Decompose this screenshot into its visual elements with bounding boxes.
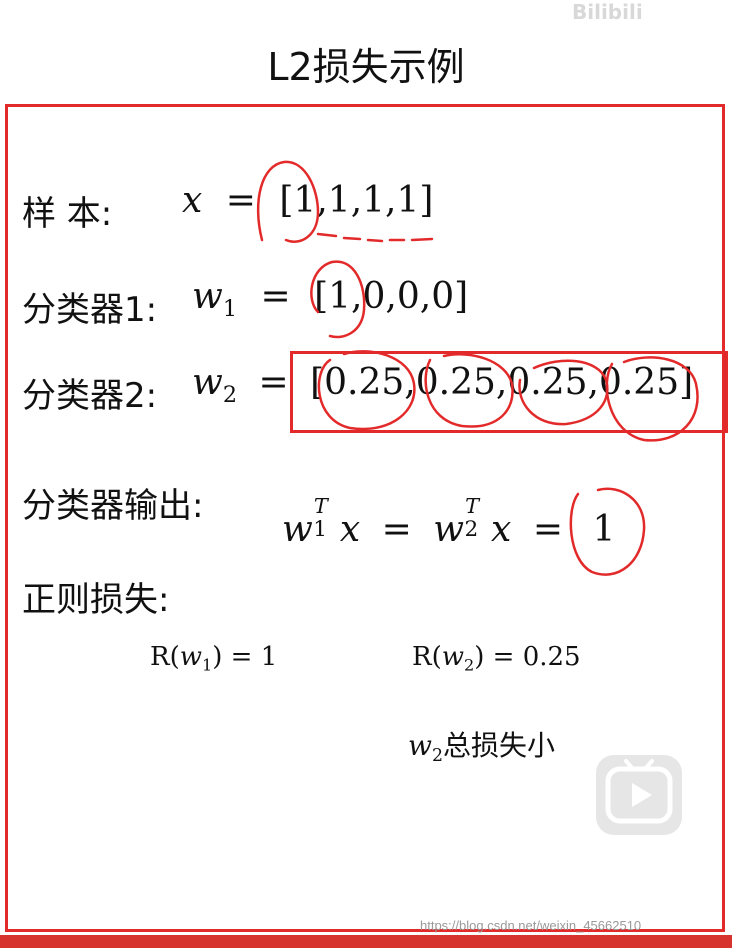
output-w1-indices: T1 bbox=[313, 494, 340, 542]
clf2-var: w bbox=[192, 362, 223, 403]
output-sup2: T bbox=[465, 493, 480, 518]
clf1-equation: w1 = [1,0,0,0] bbox=[192, 276, 468, 322]
sample-equation: x = [1,1,1,1] bbox=[182, 180, 433, 221]
clf1-vector: [1,0,0,0] bbox=[314, 276, 469, 317]
clf1-eq: = bbox=[260, 276, 291, 317]
output-sub1: 1 bbox=[313, 516, 327, 542]
reg-r2: R(w2) = 0.25 bbox=[412, 642, 581, 675]
clf2-equation: w2 = [0.25,0.25,0.25,0.25] bbox=[192, 362, 693, 408]
sample-vector: [1,1,1,1] bbox=[279, 180, 434, 221]
play-icon bbox=[605, 759, 673, 824]
output-eq2: = bbox=[532, 509, 563, 550]
sample-var: x bbox=[182, 180, 203, 221]
clf1-var: w bbox=[192, 276, 223, 317]
reg-r2-var: w bbox=[441, 642, 464, 672]
reg-r1-sub: 1 bbox=[202, 655, 213, 675]
output-sub2: 2 bbox=[464, 516, 479, 542]
watermark: https://blog.csdn.net/weixin_45662510 bbox=[420, 918, 642, 933]
output-label: 分类器输出: bbox=[22, 486, 204, 526]
reg-r1-var: w bbox=[179, 642, 202, 672]
play-button[interactable] bbox=[596, 755, 682, 835]
output-equation: wT1x = wT2x = 1 bbox=[282, 494, 616, 550]
clf2-eq: = bbox=[258, 362, 289, 403]
clf2-sub: 2 bbox=[222, 381, 238, 408]
page-title: L2损失示例 bbox=[267, 45, 465, 89]
reg-r2-suffix: ) = 0.25 bbox=[474, 642, 581, 672]
conclusion-var: w bbox=[408, 729, 432, 762]
clf1-sub: 1 bbox=[222, 295, 238, 322]
reg-r1-suffix: ) = 1 bbox=[212, 642, 278, 672]
output-result: 1 bbox=[592, 509, 616, 550]
output-sup1: T bbox=[313, 493, 328, 518]
reg-label: 正则损失: bbox=[22, 580, 170, 620]
reg-r2-prefix: R( bbox=[412, 642, 442, 672]
reg-r1: R(w1) = 1 bbox=[150, 642, 277, 675]
output-x2: x bbox=[491, 509, 512, 550]
bottom-bar bbox=[0, 935, 732, 948]
conclusion-label: 总损失小 bbox=[443, 729, 556, 762]
sample-label: 样 本: bbox=[22, 194, 113, 234]
reg-r2-sub: 2 bbox=[464, 655, 475, 675]
clf1-label: 分类器1: bbox=[22, 290, 158, 330]
output-w2: w bbox=[433, 509, 465, 550]
output-w2-indices: T2 bbox=[464, 494, 491, 542]
bilibili-logo: Bilibili bbox=[572, 0, 643, 24]
output-w1: w bbox=[282, 509, 313, 550]
conclusion-sub: 2 bbox=[431, 746, 444, 767]
output-x1: x bbox=[339, 509, 361, 550]
clf2-label: 分类器2: bbox=[22, 376, 158, 416]
output-eq1: = bbox=[381, 509, 412, 550]
reg-r1-prefix: R( bbox=[150, 642, 180, 672]
conclusion-text: w2总损失小 bbox=[408, 724, 555, 766]
clf2-vector: [0.25,0.25,0.25,0.25] bbox=[310, 362, 694, 403]
sample-eq: = bbox=[225, 180, 256, 221]
